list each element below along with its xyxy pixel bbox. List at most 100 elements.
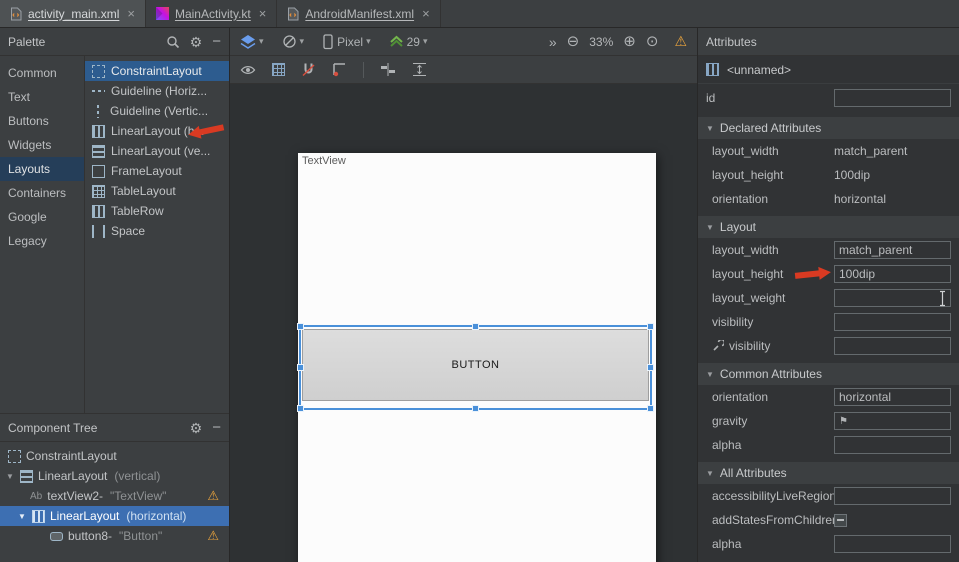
resize-handle[interactable] — [472, 405, 479, 412]
attr-value[interactable]: match_parent — [834, 144, 951, 158]
palette-category-containers[interactable]: Containers — [0, 181, 84, 205]
palette-item-label: LinearLayout (h... — [111, 124, 204, 138]
tree-item-label: LinearLayout — [38, 469, 107, 483]
palette-item-linearlayout-horizontal[interactable]: LinearLayout (h... — [85, 121, 229, 141]
layout-width-field[interactable]: match_parent — [834, 241, 951, 259]
hide-panel-icon[interactable]: − — [212, 34, 221, 49]
align-icon[interactable] — [380, 62, 396, 77]
toolbar-overflow-icon[interactable]: » — [549, 35, 557, 49]
collapse-icon: ▼ — [706, 223, 714, 232]
addstatesfromchildren-checkbox[interactable] — [834, 514, 847, 527]
palette-item-linearlayout-vertical[interactable]: LinearLayout (ve... — [85, 141, 229, 161]
expand-caret-icon[interactable]: ▼ — [6, 472, 15, 481]
view-options-eye-icon[interactable] — [240, 63, 256, 77]
palette-item-constraintlayout[interactable]: ConstraintLayout — [85, 61, 229, 81]
tablerow-icon — [92, 205, 105, 218]
attr-value[interactable]: 100dip — [834, 168, 951, 182]
tools-visibility-field[interactable] — [834, 337, 951, 355]
section-declared-attributes[interactable]: ▼ Declared Attributes — [698, 117, 959, 139]
tab-mainactivity-kt[interactable]: MainActivity.kt × — [146, 0, 277, 27]
palette-category-legacy[interactable]: Legacy — [0, 229, 84, 253]
palette-category-common[interactable]: Common — [0, 61, 84, 85]
hide-panel-icon[interactable]: − — [212, 420, 221, 435]
tab-androidmanifest-xml[interactable]: AndroidManifest.xml × — [277, 0, 440, 27]
visibility-field[interactable] — [834, 313, 951, 331]
section-title: All Attributes — [720, 466, 787, 480]
gravity-field[interactable]: ⚑ — [834, 412, 951, 430]
autoconnect-magnet-icon[interactable] — [301, 62, 316, 77]
attr-label: alpha — [712, 438, 834, 452]
zoom-in-icon[interactable]: ⊕ — [623, 34, 636, 49]
section-all-attributes[interactable]: ▼ All Attributes — [698, 462, 959, 484]
gear-icon[interactable]: ⚙ — [190, 35, 203, 49]
tree-item-suffix: (vertical) — [114, 469, 160, 483]
attr-value[interactable]: horizontal — [834, 192, 951, 206]
default-margins-icon[interactable] — [332, 62, 347, 77]
close-icon[interactable]: × — [127, 6, 135, 21]
device-selector[interactable]: Pixel ▾ — [322, 34, 371, 50]
resize-handle[interactable] — [647, 405, 654, 412]
palette-category-buttons[interactable]: Buttons — [0, 109, 84, 133]
zoom-level[interactable]: 33% — [589, 35, 613, 49]
section-title: Common Attributes — [720, 367, 822, 381]
tree-item-linearlayout-vertical[interactable]: ▼ LinearLayout (vertical) — [0, 466, 229, 486]
expand-vertically-icon[interactable] — [412, 62, 427, 77]
warning-icon[interactable]: ⚠ — [207, 528, 219, 544]
palette-item-guideline-horizontal[interactable]: Guideline (Horiz... — [85, 81, 229, 101]
design-surface-selector[interactable]: ▾ — [240, 34, 264, 50]
palette-item-space[interactable]: Space — [85, 221, 229, 241]
component-tree-header: Component Tree ⚙ − — [0, 414, 229, 442]
resize-handle[interactable] — [297, 323, 304, 330]
palette-category-text[interactable]: Text — [0, 85, 84, 109]
design-canvas[interactable]: TextView BUTTON — [230, 84, 697, 562]
layout-height-field[interactable]: 100dip — [834, 265, 951, 283]
warning-icon[interactable]: ⚠ — [674, 33, 687, 50]
search-icon[interactable] — [166, 35, 180, 49]
tree-item-textview2[interactable]: Ab textView2- "TextView" ⚠ — [0, 486, 229, 506]
palette-item-tablelayout[interactable]: TableLayout — [85, 181, 229, 201]
palette-item-tablerow[interactable]: TableRow — [85, 201, 229, 221]
alpha-all-field[interactable] — [834, 535, 951, 553]
device-screen[interactable]: TextView BUTTON — [298, 153, 656, 562]
canvas-button[interactable]: BUTTON — [302, 329, 649, 401]
blueprint-grid-icon[interactable] — [272, 63, 285, 76]
palette-category-layouts[interactable]: Layouts — [0, 157, 84, 181]
warning-icon[interactable]: ⚠ — [207, 488, 219, 504]
resize-handle[interactable] — [297, 405, 304, 412]
close-icon[interactable]: × — [259, 6, 267, 21]
canvas-textview[interactable]: TextView — [302, 155, 346, 167]
theme-selector[interactable]: ▾ — [282, 34, 305, 49]
palette-category-google[interactable]: Google — [0, 205, 84, 229]
palette-item-framelayout[interactable]: FrameLayout — [85, 161, 229, 181]
tree-item-button8[interactable]: button8- "Button" ⚠ — [0, 526, 229, 546]
api-level-selector[interactable]: 29 ▾ — [389, 35, 428, 49]
palette-item-label: Guideline (Vertic... — [110, 104, 208, 118]
gear-icon[interactable]: ⚙ — [190, 421, 203, 435]
section-common-attributes[interactable]: ▼ Common Attributes — [698, 363, 959, 385]
accessibilityliveregion-field[interactable] — [834, 487, 951, 505]
palette-item-label: LinearLayout (ve... — [111, 144, 210, 158]
tree-item-constraintlayout[interactable]: ConstraintLayout — [0, 446, 229, 466]
resize-handle[interactable] — [647, 364, 654, 371]
tab-activity-main-xml[interactable]: activity_main.xml × — [0, 0, 146, 27]
zoom-to-fit-icon[interactable]: ⊙ — [646, 34, 659, 49]
section-layout[interactable]: ▼ Layout — [698, 216, 959, 238]
resize-handle[interactable] — [297, 364, 304, 371]
attr-row-accessibilityliveregion: accessibilityLiveRegion — [698, 484, 959, 508]
close-icon[interactable]: × — [422, 6, 430, 21]
id-field[interactable] — [834, 89, 951, 107]
design-toolbar: ▾ ▾ Pixel ▾ 29 ▾ » ⊖ — [230, 28, 697, 56]
attr-row-tools-visibility: visibility — [698, 334, 959, 358]
orientation-field[interactable]: horizontal — [834, 388, 951, 406]
palette-category-widgets[interactable]: Widgets — [0, 133, 84, 157]
selected-linearlayout[interactable]: BUTTON — [299, 325, 652, 410]
zoom-out-icon[interactable]: ⊖ — [567, 34, 580, 49]
expand-caret-icon[interactable]: ▼ — [18, 512, 27, 521]
tree-item-linearlayout-horizontal[interactable]: ▼ LinearLayout (horizontal) — [0, 506, 229, 526]
attr-label: orientation — [712, 192, 834, 206]
resize-handle[interactable] — [647, 323, 654, 330]
layout-weight-field[interactable] — [834, 289, 951, 307]
alpha-field[interactable] — [834, 436, 951, 454]
resize-handle[interactable] — [472, 323, 479, 330]
palette-item-guideline-vertical[interactable]: Guideline (Vertic... — [85, 101, 229, 121]
